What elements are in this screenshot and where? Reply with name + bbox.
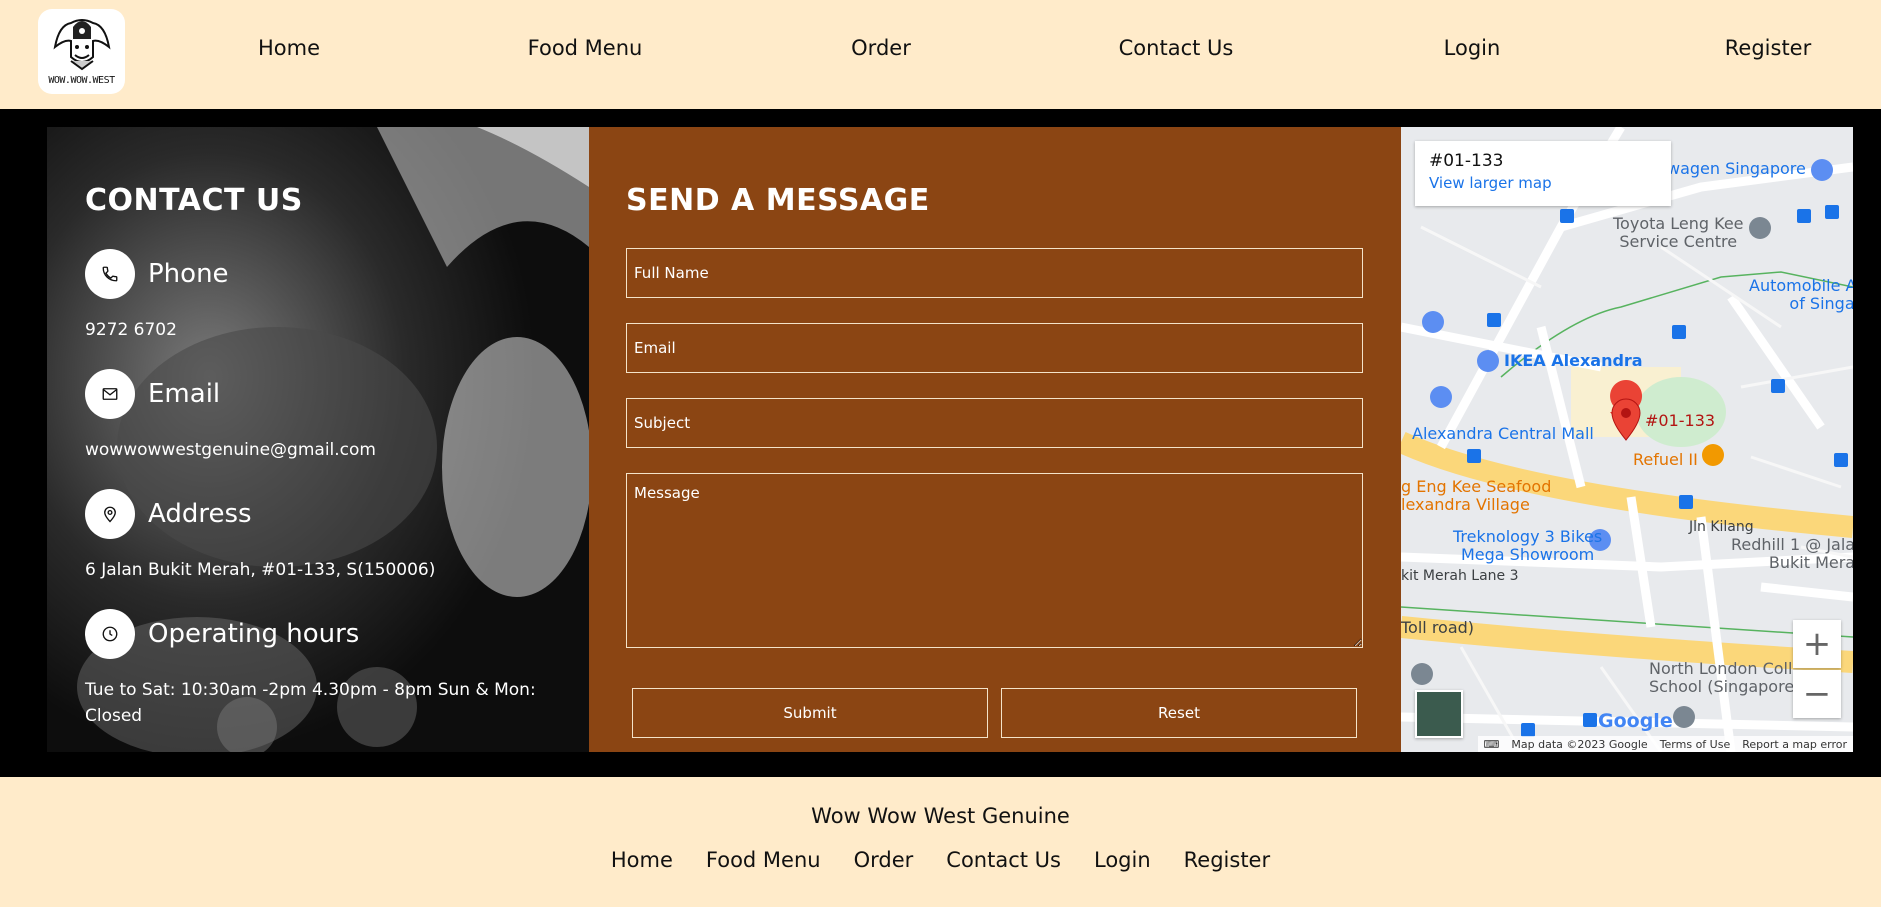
- footer-nav-contact-us[interactable]: Contact Us: [946, 848, 1061, 872]
- map-label-volkswagen[interactable]: wagen Singapore: [1667, 159, 1806, 178]
- map-label-treknology[interactable]: Treknology 3 Bikes Mega Showroom: [1453, 528, 1602, 564]
- report-map-error-link[interactable]: Report a map error: [1742, 738, 1847, 751]
- map-footer: ⌨ Map data ©2023 Google Terms of Use Rep…: [1477, 736, 1853, 752]
- contact-info-panel: CONTACT US Phone 9272 6702 Email wowwoww…: [47, 127, 589, 752]
- map-data-attribution: Map data ©2023 Google: [1511, 737, 1648, 751]
- map-label-pin[interactable]: #01-133: [1645, 411, 1715, 430]
- map-label-toll-road: Toll road): [1401, 618, 1475, 637]
- contact-title: CONTACT US: [85, 183, 303, 218]
- view-larger-map-link[interactable]: View larger map: [1429, 174, 1657, 192]
- zoom-in-button[interactable]: +: [1793, 620, 1841, 668]
- main-content: CONTACT US Phone 9272 6702 Email wowwoww…: [0, 109, 1881, 777]
- nav-order[interactable]: Order: [851, 36, 911, 60]
- footer-brand: Wow Wow West Genuine: [811, 804, 1070, 828]
- nav-food-menu[interactable]: Food Menu: [528, 36, 643, 60]
- send-message-panel: SEND A MESSAGE Submit Reset: [589, 127, 1401, 752]
- hours-value: Tue to Sat: 10:30am -2pm 4.30pm - 8pm Su…: [85, 680, 536, 726]
- footer-nav-login[interactable]: Login: [1094, 848, 1151, 872]
- cowboy-logo-icon: [53, 19, 110, 71]
- terms-of-use-link[interactable]: Terms of Use: [1660, 738, 1731, 751]
- message-textarea[interactable]: [626, 473, 1363, 648]
- map-place-card: #01-133 View larger map: [1415, 141, 1671, 206]
- map-label-merah-lane: kit Merah Lane 3: [1401, 568, 1519, 584]
- map-label-refuel[interactable]: Refuel II: [1633, 450, 1698, 469]
- google-map-embed[interactable]: wagen Singapore Toyota Leng Kee Service …: [1401, 127, 1853, 752]
- nav-login[interactable]: Login: [1444, 36, 1501, 60]
- nav-contact-us[interactable]: Contact Us: [1119, 36, 1234, 60]
- zoom-out-button[interactable]: −: [1793, 670, 1841, 718]
- map-place-name: #01-133: [1429, 151, 1504, 171]
- map-label-automobile[interactable]: Automobile As of Singap: [1749, 277, 1853, 313]
- hours-label: Operating hours: [148, 619, 360, 649]
- email-value: wowwowwestgenuine@gmail.com: [85, 440, 376, 460]
- site-logo[interactable]: WOW.WOW.WEST: [38, 9, 125, 94]
- subject-input[interactable]: [626, 398, 1363, 448]
- address-label: Address: [148, 499, 252, 529]
- map-label-north-london[interactable]: North London Coll School (Singapore: [1649, 660, 1794, 696]
- mail-icon: [85, 369, 135, 419]
- submit-button[interactable]: Submit: [632, 688, 988, 738]
- hours-heading: Operating hours: [85, 609, 359, 659]
- map-label-ikea[interactable]: IKEA Alexandra: [1504, 351, 1643, 370]
- phone-heading: Phone: [85, 249, 229, 299]
- footer-nav-food-menu[interactable]: Food Menu: [706, 848, 821, 872]
- keyboard-icon[interactable]: ⌨: [1484, 738, 1500, 751]
- logo-text: WOW.WOW.WEST: [48, 75, 115, 86]
- message-title: SEND A MESSAGE: [626, 183, 930, 218]
- map-label-redhill[interactable]: Redhill 1 @ Jala Bukit Mera: [1731, 536, 1853, 572]
- reset-button[interactable]: Reset: [1001, 688, 1357, 738]
- email-heading: Email: [85, 369, 220, 419]
- map-label-seafood[interactable]: g Eng Kee Seafood lexandra Village: [1401, 478, 1551, 514]
- phone-label: Phone: [148, 259, 229, 289]
- phone-value: 9272 6702: [85, 320, 177, 340]
- footer-nav-home[interactable]: Home: [611, 848, 673, 872]
- email-input[interactable]: [626, 323, 1363, 373]
- phone-icon: [85, 249, 135, 299]
- nav-register[interactable]: Register: [1725, 36, 1811, 60]
- location-pin-icon: [85, 489, 135, 539]
- footer-nav-order[interactable]: Order: [854, 848, 914, 872]
- map-label-toyota[interactable]: Toyota Leng Kee Service Centre: [1613, 215, 1744, 251]
- footer-nav: Home Food Menu Order Contact Us Login Re…: [0, 848, 1881, 872]
- footer-nav-register[interactable]: Register: [1184, 848, 1270, 872]
- google-logo-text: Google: [1598, 710, 1673, 732]
- full-name-input[interactable]: [626, 248, 1363, 298]
- address-heading: Address: [85, 489, 252, 539]
- clock-icon: [85, 609, 135, 659]
- map-label-alexandra-mall[interactable]: Alexandra Central Mall: [1412, 424, 1594, 443]
- google-logo: Google: [1598, 710, 1673, 732]
- nav-home[interactable]: Home: [258, 36, 320, 60]
- map-label-jln-kilang: Jln Kilang: [1689, 519, 1754, 535]
- site-header: WOW.WOW.WEST Home Food Menu Order Contac…: [0, 0, 1881, 109]
- address-value: 6 Jalan Bukit Merah, #01-133, S(150006): [85, 560, 436, 580]
- site-footer: Wow Wow West Genuine Home Food Menu Orde…: [0, 777, 1881, 907]
- email-label: Email: [148, 379, 221, 409]
- satellite-toggle[interactable]: [1415, 690, 1463, 738]
